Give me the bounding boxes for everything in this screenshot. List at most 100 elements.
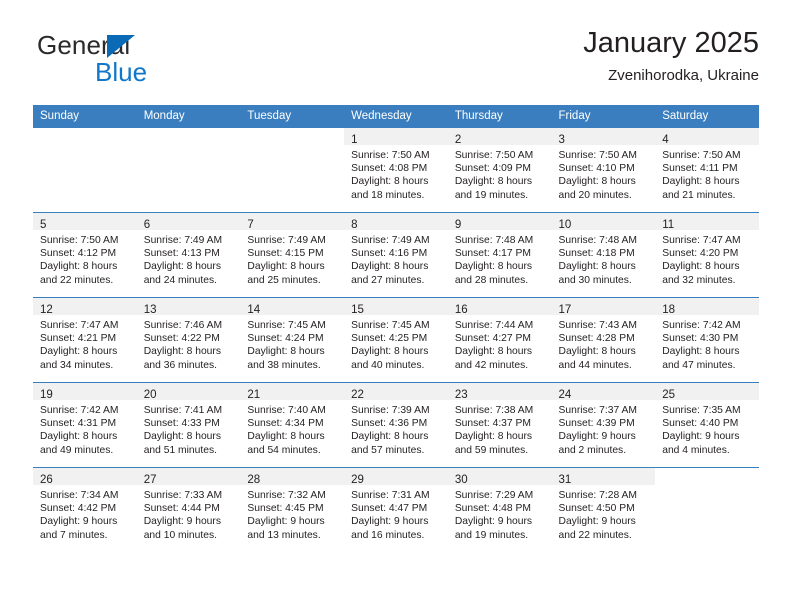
daylight-text-line1: Daylight: 8 hours — [662, 176, 740, 188]
day-number: 11 — [662, 219, 675, 231]
daylight-text-line2: and 27 minutes. — [351, 274, 425, 286]
daylight-text-line2: and 42 minutes. — [454, 359, 529, 371]
calendar-week-row: 12 Sunrise: 7:47 AM Sunset: 4:21 PM Dayligh… — [33, 297, 759, 383]
calendar-day-cell[interactable]: 6 Sunrise: 7:49 AM Sunset: 4:13 PM Daylight… — [136, 212, 241, 298]
day-details: Sunrise: 7:47 AM Sunset: 4:21 PM Daylight:… — [33, 315, 137, 372]
calendar-day-cell[interactable]: 14 Sunrise: 7:45 AM Sunset: 4:24 PM Dayligh… — [240, 297, 345, 383]
calendar-day-cell[interactable]: 16 Sunrise: 7:44 AM Sunset: 4:27 PM Dayligh… — [447, 297, 552, 383]
calendar-grid: Sunday Monday Tuesday Wednesday Thursday… — [33, 105, 759, 552]
daylight-text-line2: and 22 minutes. — [558, 529, 632, 541]
sunset-text: Sunset: 4:10 PM — [558, 163, 635, 175]
calendar-cell-empty — [240, 127, 345, 213]
day-number-bar: 24 — [551, 383, 656, 401]
sunrise-text: Sunrise: 7:40 AM — [247, 405, 326, 416]
sunrise-text: Sunrise: 7:46 AM — [143, 320, 223, 331]
daylight-text-line1: Daylight: 8 hours — [247, 346, 325, 358]
sunset-text: Sunset: 4:28 PM — [558, 333, 635, 345]
calendar-day-cell[interactable]: 25 Sunrise: 7:35 AM Sunset: 4:40 PM Dayligh… — [655, 382, 759, 468]
daylight-text-line1: Daylight: 8 hours — [662, 261, 740, 273]
daylight-text-line2: and 59 minutes. — [454, 444, 529, 456]
calendar-day-cell[interactable]: 9 Sunrise: 7:48 AM Sunset: 4:17 PM Daylight… — [447, 212, 552, 298]
calendar-day-cell[interactable]: 23 Sunrise: 7:38 AM Sunset: 4:37 PM Dayligh… — [447, 382, 552, 468]
day-number: 27 — [143, 474, 157, 486]
daylight-text-line2: and 7 minutes. — [40, 529, 108, 541]
daylight-text-line1: Daylight: 8 hours — [558, 176, 636, 188]
daylight-text-line2: and 21 minutes. — [662, 189, 736, 201]
day-details: Sunrise: 7:49 AM Sunset: 4:13 PM Daylight:… — [137, 230, 241, 287]
calendar-week-row: 19 Sunrise: 7:42 AM Sunset: 4:31 PM Dayligh… — [33, 382, 759, 468]
calendar-day-cell[interactable]: 8 Sunrise: 7:49 AM Sunset: 4:16 PM Daylight… — [344, 212, 448, 298]
calendar-day-cell[interactable]: 5 Sunrise: 7:50 AM Sunset: 4:12 PM Daylight… — [33, 212, 137, 298]
calendar-day-cell[interactable]: 21 Sunrise: 7:40 AM Sunset: 4:34 PM Dayligh… — [240, 382, 345, 468]
sunrise-text: Sunrise: 7:32 AM — [247, 490, 326, 501]
calendar-day-cell[interactable]: 26 Sunrise: 7:34 AM Sunset: 4:42 PM Dayligh… — [33, 467, 137, 552]
daylight-text-line1: Daylight: 8 hours — [662, 346, 740, 358]
sunrise-text: Sunrise: 7:47 AM — [662, 235, 741, 246]
sunset-text: Sunset: 4:08 PM — [351, 163, 428, 175]
calendar-day-cell[interactable]: 3 Sunrise: 7:50 AM Sunset: 4:10 PM Daylight… — [551, 127, 656, 213]
day-number: 18 — [662, 304, 676, 316]
calendar-day-cell[interactable]: 11 Sunrise: 7:47 AM Sunset: 4:20 PM Dayligh… — [655, 212, 759, 298]
calendar-day-cell[interactable]: 1 Sunrise: 7:50 AM Sunset: 4:08 PM Daylight… — [344, 127, 448, 213]
general-blue-logo[interactable]: General Blue — [37, 32, 267, 94]
calendar-day-cell[interactable]: 30 Sunrise: 7:29 AM Sunset: 4:48 PM Dayligh… — [447, 467, 552, 552]
daylight-text-line1: Daylight: 8 hours — [247, 261, 325, 273]
day-details: Sunrise: 7:50 AM Sunset: 4:12 PM Daylight:… — [33, 230, 137, 287]
sunset-text: Sunset: 4:11 PM — [662, 163, 738, 175]
daylight-text-line1: Daylight: 9 hours — [558, 516, 636, 528]
daylight-text-line2: and 38 minutes. — [247, 359, 321, 371]
day-details: Sunrise: 7:47 AM Sunset: 4:20 PM Daylight:… — [655, 230, 759, 287]
day-details: Sunrise: 7:46 AM Sunset: 4:22 PM Daylight:… — [137, 315, 241, 372]
calendar-day-cell[interactable]: 12 Sunrise: 7:47 AM Sunset: 4:21 PM Dayligh… — [33, 297, 137, 383]
calendar-day-cell[interactable]: 22 Sunrise: 7:39 AM Sunset: 4:36 PM Dayligh… — [344, 382, 448, 468]
calendar-day-cell[interactable]: 18 Sunrise: 7:42 AM Sunset: 4:30 PM Dayligh… — [655, 297, 759, 383]
calendar-day-cell[interactable]: 27 Sunrise: 7:33 AM Sunset: 4:44 PM Dayligh… — [136, 467, 241, 552]
day-details: Sunrise: 7:49 AM Sunset: 4:15 PM Daylight:… — [240, 230, 344, 287]
day-number-bar: 11 — [655, 213, 759, 231]
daylight-text-line2: and 36 minutes. — [143, 359, 217, 371]
daylight-text-line1: Daylight: 8 hours — [454, 176, 533, 188]
calendar-week-row: 5 Sunrise: 7:50 AM Sunset: 4:12 PM Daylight… — [33, 212, 759, 298]
day-number-bar: 4 — [655, 128, 759, 146]
day-number-bar: 21 — [240, 383, 345, 401]
calendar-day-cell[interactable]: 10 Sunrise: 7:48 AM Sunset: 4:18 PM Dayligh… — [551, 212, 656, 298]
sunset-text: Sunset: 4:37 PM — [454, 418, 531, 430]
weekday-header-friday: Friday — [551, 105, 656, 128]
day-number: 30 — [454, 474, 468, 486]
sunrise-text: Sunrise: 7:45 AM — [351, 320, 430, 331]
calendar-day-cell[interactable]: 4 Sunrise: 7:50 AM Sunset: 4:11 PM Daylight… — [655, 127, 759, 213]
calendar-day-cell[interactable]: 20 Sunrise: 7:41 AM Sunset: 4:33 PM Dayligh… — [136, 382, 241, 468]
calendar-day-cell[interactable]: 28 Sunrise: 7:32 AM Sunset: 4:45 PM Dayligh… — [240, 467, 345, 552]
calendar-day-cell[interactable]: 19 Sunrise: 7:42 AM Sunset: 4:31 PM Dayligh… — [33, 382, 137, 468]
sunrise-text: Sunrise: 7:49 AM — [247, 235, 326, 246]
calendar-day-cell[interactable]: 31 Sunrise: 7:28 AM Sunset: 4:50 PM Dayligh… — [551, 467, 656, 552]
calendar-day-cell[interactable]: 17 Sunrise: 7:43 AM Sunset: 4:28 PM Dayligh… — [551, 297, 656, 383]
sunset-text: Sunset: 4:21 PM — [40, 333, 117, 345]
sunrise-text: Sunrise: 7:41 AM — [143, 405, 223, 416]
daylight-text-line2: and 22 minutes. — [40, 274, 114, 286]
daylight-text-line2: and 16 minutes. — [351, 529, 425, 541]
daylight-text-line1: Daylight: 9 hours — [662, 431, 740, 443]
day-number: 20 — [143, 389, 157, 401]
daylight-text-line1: Daylight: 8 hours — [247, 431, 325, 443]
sunrise-text: Sunrise: 7:43 AM — [558, 320, 637, 331]
calendar-day-cell[interactable]: 7 Sunrise: 7:49 AM Sunset: 4:15 PM Daylight… — [240, 212, 345, 298]
sunrise-text: Sunrise: 7:50 AM — [40, 235, 119, 246]
daylight-text-line1: Daylight: 9 hours — [558, 431, 636, 443]
calendar-day-cell[interactable]: 15 Sunrise: 7:45 AM Sunset: 4:25 PM Dayligh… — [344, 297, 448, 383]
sunrise-text: Sunrise: 7:28 AM — [558, 490, 637, 501]
day-number-bar: 8 — [344, 213, 448, 231]
daylight-text-line2: and 30 minutes. — [558, 274, 632, 286]
day-number-bar: 12 — [33, 298, 137, 316]
sunrise-text: Sunrise: 7:49 AM — [351, 235, 430, 246]
day-details: Sunrise: 7:43 AM Sunset: 4:28 PM Daylight:… — [552, 315, 656, 372]
calendar-day-cell[interactable]: 24 Sunrise: 7:37 AM Sunset: 4:39 PM Dayligh… — [551, 382, 656, 468]
day-details: Sunrise: 7:45 AM Sunset: 4:25 PM Daylight:… — [344, 315, 448, 372]
calendar-day-cell[interactable]: 2 Sunrise: 7:50 AM Sunset: 4:09 PM Daylight… — [447, 127, 552, 213]
calendar-day-cell[interactable]: 13 Sunrise: 7:46 AM Sunset: 4:22 PM Dayligh… — [136, 297, 241, 383]
calendar-day-cell[interactable]: 29 Sunrise: 7:31 AM Sunset: 4:47 PM Dayligh… — [344, 467, 448, 552]
day-details: Sunrise: 7:45 AM Sunset: 4:24 PM Daylight:… — [240, 315, 344, 372]
day-details: Sunrise: 7:37 AM Sunset: 4:39 PM Daylight:… — [552, 400, 656, 457]
sunset-text: Sunset: 4:44 PM — [143, 503, 220, 515]
day-details: Sunrise: 7:42 AM Sunset: 4:31 PM Daylight:… — [33, 400, 137, 457]
